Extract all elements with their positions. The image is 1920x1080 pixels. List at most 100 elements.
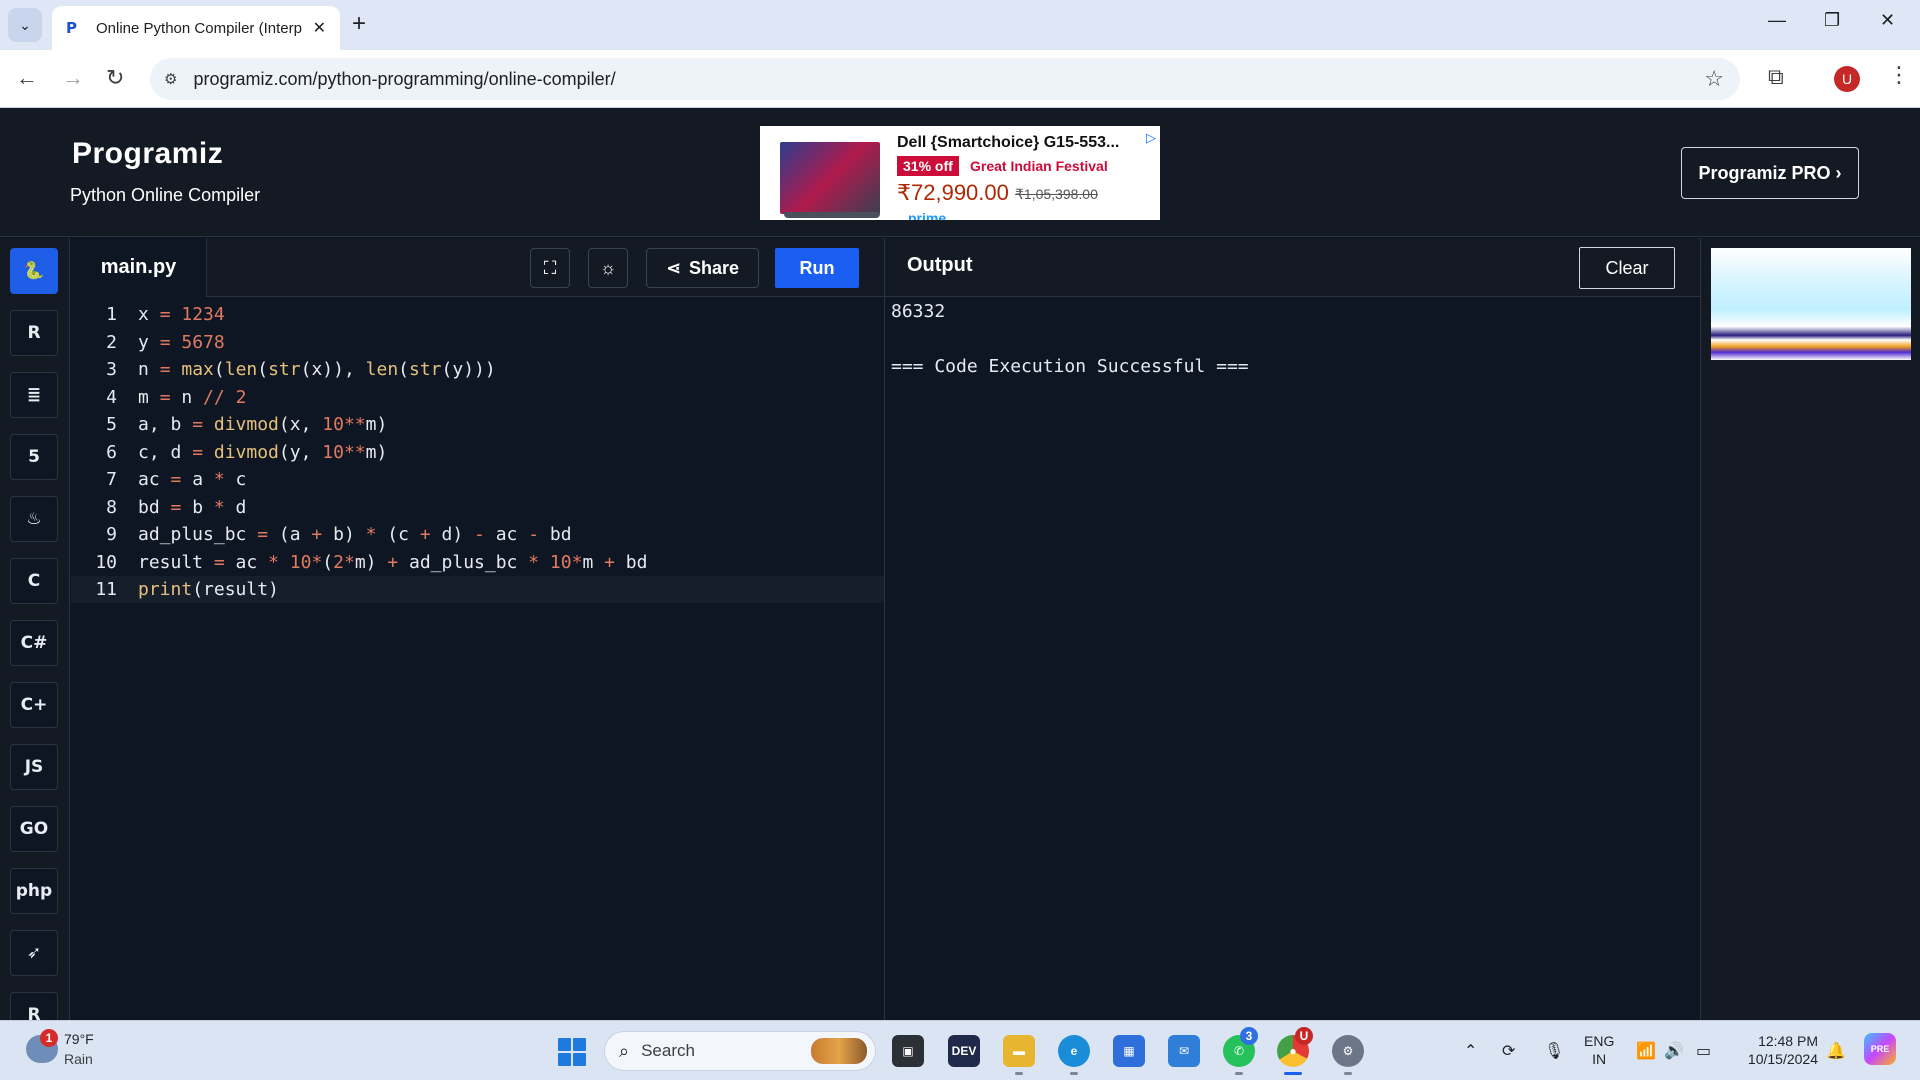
banner-ad[interactable]: Dell {Smartchoice} G15-553... ▷ 31% off … [760, 126, 1160, 220]
theme-toggle-icon[interactable]: ☼ [588, 248, 628, 288]
html-icon[interactable]: 5 [10, 434, 58, 480]
side-ad-banner[interactable] [1711, 248, 1911, 360]
start-windows-icon[interactable] [558, 1038, 586, 1066]
file-explorer-icon[interactable]: ▬ [1003, 1035, 1035, 1067]
programiz-favicon-icon: P [66, 19, 77, 37]
forward-icon[interactable]: → [62, 65, 84, 91]
weather-temperature[interactable]: 79°F [64, 1031, 94, 1047]
ad-festival-label: Great Indian Festival [970, 158, 1108, 174]
php-icon[interactable]: php [10, 868, 58, 914]
code-text[interactable]: ac = a * c [138, 466, 246, 493]
microphone-icon[interactable]: 🎙 [1544, 1041, 1564, 1061]
omnibox[interactable]: ⚙ programiz.com/python-programming/onlin… [150, 58, 1740, 100]
extensions-icon[interactable]: ⧉ [1768, 64, 1784, 90]
taskbar-search[interactable]: ⌕ Search [604, 1031, 876, 1071]
task-view-icon[interactable]: ▣ [892, 1035, 924, 1067]
microsoft-store-icon[interactable]: ▦ [1113, 1035, 1145, 1067]
code-line[interactable]: 10 result = ac * 10*(2*m) + ad_plus_bc * … [71, 549, 884, 576]
code-line[interactable]: 5 a, b = divmod(x, 10**m) [71, 411, 884, 438]
code-line[interactable]: 11 print(result) [71, 576, 884, 603]
back-icon[interactable]: ← [16, 65, 38, 91]
browser-menu-icon[interactable]: ⋮ [1888, 62, 1910, 88]
code-line[interactable]: 9 ad_plus_bc = (a + b) * (c + d) - ac - b… [71, 521, 884, 548]
code-text[interactable]: y = 5678 [138, 329, 225, 356]
bookmark-star-icon[interactable]: ☆ [1704, 66, 1724, 92]
show-hidden-icons-icon[interactable]: ⌃ [1464, 1041, 1477, 1061]
tab-close-icon[interactable]: ✕ [313, 18, 326, 38]
code-text[interactable]: n = max(len(str(x)), len(str(y))) [138, 356, 496, 383]
rust-icon[interactable]: R [10, 992, 58, 1020]
code-line[interactable]: 7 ac = a * c [71, 466, 884, 493]
line-number: 7 [106, 469, 117, 490]
c-icon[interactable]: C [10, 558, 58, 604]
reload-icon[interactable]: ↻ [106, 65, 124, 91]
code-line[interactable]: 6 c, d = divmod(y, 10**m) [71, 439, 884, 466]
output-title: Output [907, 254, 973, 276]
ad-info-icon[interactable]: ▷ [1146, 130, 1156, 146]
go-icon[interactable]: GO [10, 806, 58, 852]
code-text[interactable]: print(result) [138, 576, 279, 603]
cpp-icon[interactable]: C+ [10, 682, 58, 728]
code-line[interactable]: 2 y = 5678 [71, 329, 884, 356]
edge-icon[interactable]: e [1058, 1035, 1090, 1067]
sql-icon[interactable]: ≣ [10, 372, 58, 418]
window-close-icon[interactable]: ✕ [1880, 10, 1895, 31]
url-text[interactable]: programiz.com/python-programming/online-… [193, 69, 615, 90]
code-line[interactable]: 4 m = n // 2 [71, 384, 884, 411]
code-text[interactable]: c, d = divmod(y, 10**m) [138, 439, 387, 466]
settings-gear-icon[interactable]: ⚙ [1332, 1035, 1364, 1067]
lang-code: ENG [1584, 1033, 1615, 1049]
line-number: 3 [106, 359, 117, 380]
mail-icon[interactable]: ✉ [1168, 1035, 1200, 1067]
code-text[interactable]: result = ac * 10*(2*m) + ad_plus_bc * 10… [138, 549, 647, 576]
r-icon[interactable]: R [10, 310, 58, 356]
tab-title: Online Python Compiler (Interp [96, 19, 302, 37]
file-tab-main-py[interactable]: main.py [71, 238, 207, 297]
tab-search-button[interactable]: ⌄ [8, 8, 42, 42]
wifi-icon[interactable]: 📶 [1636, 1041, 1656, 1061]
code-text[interactable]: a, b = divmod(x, 10**m) [138, 411, 387, 438]
line-number: 10 [95, 551, 117, 573]
browser-tab-bar: ⌄ P Online Python Compiler (Interp ✕ + —… [0, 0, 1920, 50]
run-button[interactable]: Run [775, 248, 859, 288]
fullscreen-icon[interactable]: ⛶ [530, 248, 570, 288]
battery-icon[interactable]: ▭ [1696, 1041, 1711, 1061]
code-text[interactable]: x = 1234 [138, 301, 225, 328]
java-icon[interactable]: ♨ [10, 496, 58, 542]
clear-button[interactable]: Clear [1579, 247, 1675, 289]
profile-avatar[interactable]: U [1834, 66, 1860, 92]
browser-tab[interactable]: P Online Python Compiler (Interp ✕ [52, 6, 340, 50]
volume-icon[interactable]: 🔊 [1664, 1041, 1684, 1061]
programiz-pro-button[interactable]: Programiz PRO › [1681, 147, 1859, 199]
copilot-icon[interactable]: PRE [1864, 1033, 1896, 1065]
taskbar-clock[interactable]: 12:48 PM 10/15/2024 [1738, 1032, 1818, 1068]
csharp-icon[interactable]: C# [10, 620, 58, 666]
swift-icon[interactable]: ➶ [10, 930, 58, 976]
share-label: Share [689, 257, 740, 278]
code-editor[interactable]: 1 x = 1234 2 y = 5678 3 n = max(len(str(x)), … [71, 297, 884, 1020]
code-line[interactable]: 8 bd = b * d [71, 494, 884, 521]
site-info-icon[interactable]: ⚙ [164, 70, 177, 88]
line-number: 9 [106, 524, 117, 545]
share-button[interactable]: ⋖ Share [646, 248, 759, 288]
python-icon[interactable]: 🐍 [10, 248, 58, 294]
restore-icon[interactable]: ❐ [1824, 10, 1840, 31]
dev-home-icon[interactable]: DEV [948, 1035, 980, 1067]
code-text[interactable]: m = n // 2 [138, 384, 246, 411]
ad-price: ₹72,990.00 [897, 180, 1009, 205]
lang-region: IN [1592, 1051, 1607, 1067]
code-text[interactable]: bd = b * d [138, 494, 246, 521]
weather-condition[interactable]: Rain [64, 1051, 93, 1067]
javascript-icon[interactable]: JS [10, 744, 58, 790]
minimize-icon[interactable]: — [1768, 10, 1786, 31]
sync-icon[interactable]: ⟳ [1502, 1041, 1515, 1061]
new-tab-button[interactable]: + [352, 10, 366, 38]
code-text[interactable]: ad_plus_bc = (a + b) * (c + d) - ac - bd [138, 521, 572, 548]
notifications-bell-icon[interactable]: 🔔 [1826, 1041, 1846, 1061]
chrome-active-indicator [1284, 1072, 1302, 1075]
code-line[interactable]: 1 x = 1234 [71, 301, 884, 328]
code-line[interactable]: 3 n = max(len(str(x)), len(str(y))) [71, 356, 884, 383]
programiz-logo[interactable]: Programiz [72, 137, 223, 171]
ad-prime-label: prime [908, 210, 947, 220]
input-language[interactable]: ENG IN [1584, 1032, 1614, 1068]
